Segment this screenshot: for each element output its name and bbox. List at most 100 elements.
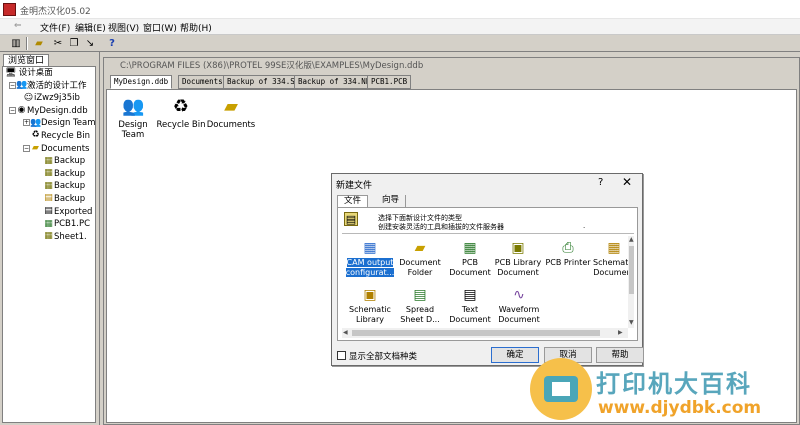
dialog-info-dot: .	[583, 222, 586, 230]
new-document-dialog: 新建文件 ? ✕ 文件 向导 ▤ 选择下面新设计文件的类型 创建安装灵活的工具和…	[331, 173, 644, 366]
document-path: C:\PROGRAM FILES (X86)\PROTEL 99SE汉化版\EX…	[106, 60, 796, 74]
watermark-title: 打印机大百科	[596, 370, 752, 398]
menu-view[interactable]: 视图(V)	[108, 21, 139, 34]
scrollbar-thumb[interactable]	[629, 246, 634, 294]
ok-button[interactable]: 确定	[491, 347, 539, 363]
tab-mydesign[interactable]: MyDesign.ddb	[110, 75, 173, 89]
document-tabs: MyDesign.ddb Documents Backup of 334.Sch…	[106, 75, 796, 89]
scroll-up-icon[interactable]: ▲	[629, 236, 634, 243]
tree-item-backup-2[interactable]: ▦Backup	[3, 168, 95, 181]
desktop-icon: 🖥	[5, 67, 17, 78]
file-type-cam-output[interactable]: ▦ CAM output configurat...	[345, 238, 395, 284]
copy-icon[interactable]: ❐	[66, 36, 82, 51]
tab-pcb1[interactable]: PCB1.PCB	[367, 75, 412, 89]
expand-icon[interactable]: +	[23, 119, 30, 127]
tree-item-sheet1[interactable]: ▦Sheet1.	[3, 231, 95, 244]
printer-icon	[544, 376, 578, 402]
schematic-document-icon: ▦	[607, 240, 621, 256]
file-type-pcb-document[interactable]: ▦ PCB Document	[445, 238, 495, 284]
schematic-doc-icon: ▦	[44, 168, 53, 179]
menu-edit[interactable]: 编辑(E)	[75, 21, 106, 34]
browser-tree: 🖥 设计桌面 −👥激活的设计工作 ☺iZwz9j35ib − ◉ MyDesign.…	[2, 66, 96, 423]
text-doc-icon: ▤	[44, 206, 53, 217]
menu-bar: ⇐ 文件(F) 编辑(E) 视图(V) 窗口(W) 帮助(H)	[0, 19, 800, 35]
dialog-panel: ▤ 选择下面新设计文件的类型 创建安装灵活的工具和插拔的文件服务器 . ▦ CA…	[337, 207, 638, 341]
tab-documents[interactable]: Documents	[178, 75, 227, 89]
scrollbar-thumb[interactable]	[352, 330, 600, 336]
app-icon	[3, 3, 16, 16]
scroll-left-icon[interactable]: ◀	[343, 329, 348, 336]
paper-icon	[552, 382, 570, 396]
explorer-icon[interactable]: ▥	[8, 36, 24, 51]
help-icon[interactable]: ?	[104, 36, 120, 51]
team-icon: 👥	[30, 117, 42, 128]
tree-item-mydesign[interactable]: − ◉ MyDesign.ddb	[3, 105, 95, 118]
tree-item-backup-1[interactable]: ▦Backup	[3, 155, 95, 168]
recycle-bin-icon: ♻	[31, 130, 40, 141]
new-document-icon: ▤	[344, 212, 358, 226]
cut-icon[interactable]: ✂	[50, 36, 66, 51]
tree-item-desktop[interactable]: 🖥 设计桌面	[3, 67, 95, 80]
pcb-document-icon: ▦	[463, 240, 477, 256]
menu-window[interactable]: 窗口(W)	[143, 21, 177, 34]
tree-item-user[interactable]: ☺iZwz9j35ib	[3, 92, 95, 105]
tree-item-active-designs[interactable]: −👥激活的设计工作	[3, 80, 95, 93]
watermark-logo	[530, 358, 592, 420]
team-icon: 👥	[16, 80, 28, 91]
file-type-schematic-library[interactable]: ▣ Schematic Library	[345, 285, 395, 331]
open-folder-icon[interactable]: ▰	[31, 36, 47, 51]
tab-wizard[interactable]: 向导	[376, 195, 407, 207]
netlist-doc-icon: ▤	[44, 193, 53, 204]
schematic-doc-icon: ▦	[44, 231, 53, 242]
toolbar: ▥ ▰ ✂ ❐ ↘ ?	[0, 35, 800, 52]
design-team-icon: 👥	[122, 96, 145, 117]
tree-item-design-team[interactable]: +👥Design Team	[3, 117, 95, 130]
menu-file[interactable]: 文件(F)	[40, 21, 70, 34]
tree-item-documents[interactable]: − ▰ Documents	[3, 143, 95, 156]
scroll-right-icon[interactable]: ▶	[618, 329, 623, 336]
cam-output-icon: ▦	[363, 240, 377, 256]
menu-help[interactable]: 帮助(H)	[180, 21, 212, 34]
help-button[interactable]: 帮助	[596, 347, 644, 363]
tree-item-backup-3[interactable]: ▦Backup	[3, 180, 95, 193]
file-type-pcb-library[interactable]: ▣ PCB Library Document	[490, 238, 546, 284]
pcb-library-icon: ▣	[511, 240, 525, 256]
tree-item-pcb1[interactable]: ▦PCB1.PC	[3, 218, 95, 231]
collapse-icon[interactable]: −	[9, 81, 16, 89]
title-bar: 金明杰汉化05.02	[0, 0, 800, 19]
schematic-library-icon: ▣	[363, 287, 377, 303]
file-type-document-folder[interactable]: ▰ Document Folder	[395, 238, 445, 284]
tree-item-exported[interactable]: ▤Exported	[3, 206, 95, 219]
spreadsheet-icon: ▤	[413, 287, 427, 303]
show-all-checkbox[interactable]	[337, 351, 346, 360]
tree-item-backup-4[interactable]: ▤Backup	[3, 193, 95, 206]
folder-icon: ▰	[32, 143, 39, 154]
collapse-icon[interactable]: −	[9, 106, 16, 114]
file-type-waveform-document[interactable]: ∿ Waveform Document	[492, 285, 546, 331]
file-type-text-document[interactable]: ▤ Text Document	[445, 285, 495, 331]
schematic-doc-icon: ▦	[44, 155, 53, 166]
schematic-doc-icon: ▦	[44, 180, 53, 191]
tab-file[interactable]: 文件	[337, 195, 369, 207]
documents-folder-icon: ▰	[224, 96, 238, 117]
close-icon[interactable]: ✕	[622, 175, 632, 189]
file-type-spreadsheet[interactable]: ▤ Spread Sheet D...	[395, 285, 445, 331]
scroll-down-icon[interactable]: ▼	[629, 319, 634, 326]
doc-item-documents[interactable]: ▰ Documents	[203, 96, 259, 130]
back-arrow-icon[interactable]: ⇐	[14, 21, 22, 31]
vertical-scrollbar[interactable]: ▲ ▼	[628, 236, 634, 328]
doc-item-recycle-bin[interactable]: ♻ Recycle Bin	[153, 96, 209, 130]
horizontal-scrollbar[interactable]: ◀ ▶	[342, 328, 628, 338]
collapse-icon[interactable]: −	[23, 144, 30, 152]
dialog-help-icon[interactable]: ?	[598, 177, 603, 188]
text-document-icon: ▤	[463, 287, 477, 303]
document-type-list[interactable]: ▦ CAM output configurat... ▰ Document Fo…	[342, 236, 634, 340]
show-all-label: 显示全部文档种类	[349, 352, 418, 362]
divider	[342, 233, 634, 234]
toolbar-separator	[26, 37, 28, 50]
window-title: 金明杰汉化05.02	[20, 7, 91, 17]
file-type-pcb-printer[interactable]: ⎙ PCB Printer	[542, 238, 594, 284]
tree-item-recycle-bin[interactable]: ♻Recycle Bin	[3, 130, 95, 143]
paste-icon[interactable]: ↘	[82, 36, 98, 51]
recycle-bin-icon: ♻	[172, 96, 190, 117]
